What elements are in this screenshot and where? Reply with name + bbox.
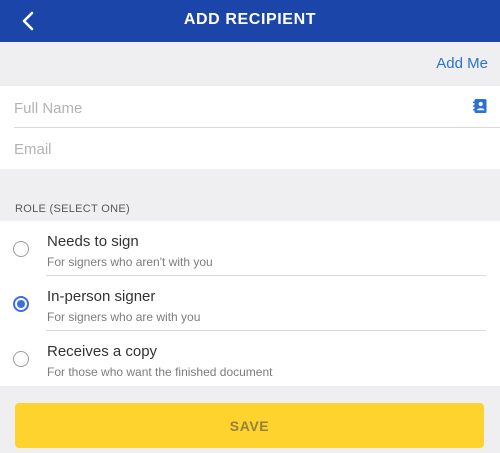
role-description: For those who want the finished document xyxy=(47,365,273,379)
add-me-button[interactable]: Add Me xyxy=(436,55,488,72)
email-input[interactable] xyxy=(14,137,454,161)
role-title: Receives a copy xyxy=(47,343,158,360)
role-option-receives-a-copy[interactable]: Receives a copy For those who want the f… xyxy=(0,331,500,385)
role-options: Needs to sign For signers who aren't wit… xyxy=(0,221,500,386)
radio-in-person-signer[interactable] xyxy=(13,296,29,312)
role-title: Needs to sign xyxy=(47,233,139,250)
save-button[interactable]: SAVE xyxy=(15,403,484,448)
recipient-fields xyxy=(0,86,500,169)
add-me-row: Add Me xyxy=(0,42,500,86)
page-title: ADD RECIPIENT xyxy=(183,11,317,28)
role-option-in-person-signer[interactable]: In-person signer For signers who are wit… xyxy=(0,276,500,330)
role-description: For signers who aren't with you xyxy=(47,255,213,269)
field-divider xyxy=(14,127,500,128)
full-name-input[interactable] xyxy=(14,96,454,120)
app-header: ADD RECIPIENT xyxy=(0,0,500,42)
role-option-needs-to-sign[interactable]: Needs to sign For signers who aren't wit… xyxy=(0,221,500,275)
radio-needs-to-sign[interactable] xyxy=(13,241,29,257)
role-section-label: ROLE (SELECT ONE) xyxy=(15,203,130,215)
role-description: For signers who are with you xyxy=(47,310,201,324)
radio-receives-a-copy[interactable] xyxy=(13,351,29,367)
contacts-book-icon[interactable] xyxy=(472,98,488,114)
role-title: In-person signer xyxy=(47,288,156,305)
